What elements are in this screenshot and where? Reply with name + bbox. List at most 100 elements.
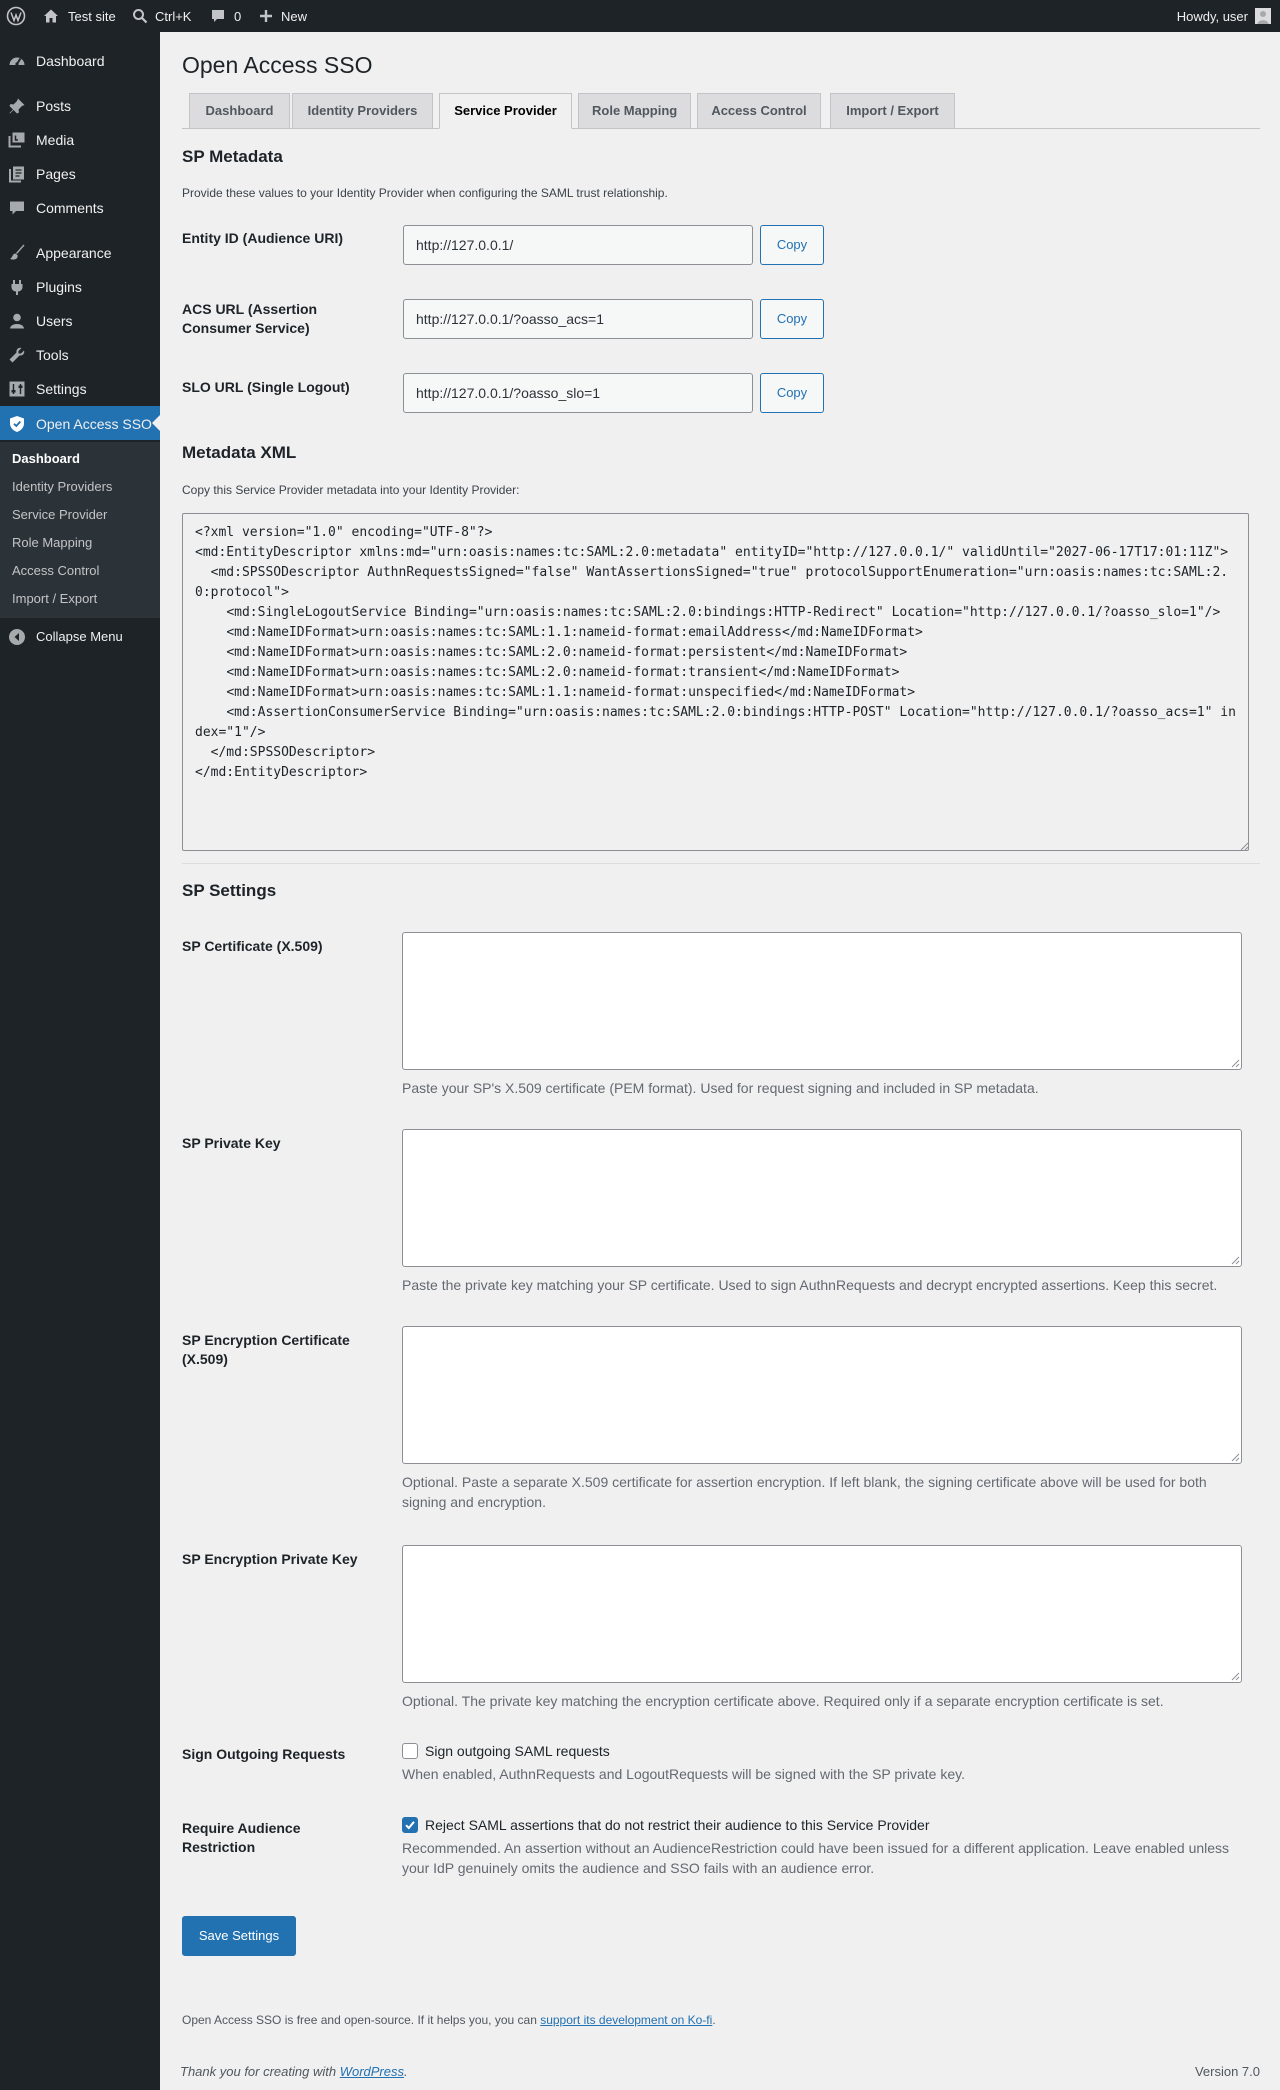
slo-url-label: SLO URL (Single Logout) <box>182 379 350 395</box>
submenu-item-role-mapping[interactable]: Role Mapping <box>12 534 92 552</box>
sp-private-key-textarea[interactable] <box>402 1129 1242 1267</box>
account-menu[interactable]: Howdy, user <box>1177 0 1271 32</box>
resize-handle-icon[interactable] <box>1231 1453 1240 1462</box>
comments-link[interactable]: 0 <box>210 0 241 32</box>
settings-icon <box>8 380 26 398</box>
admin-footer-thanks: Thank you for creating with WordPress. <box>180 2063 408 2081</box>
submenu-item-access-control[interactable]: Access Control <box>12 562 99 580</box>
kofi-link[interactable]: support its development on Ko-fi <box>540 2013 712 2027</box>
pin-icon <box>8 97 26 115</box>
tab-access-control[interactable]: Access Control <box>697 93 821 128</box>
admin-sidebar: Dashboard Posts Media Pages Comments App… <box>0 32 160 2090</box>
resize-handle-icon[interactable] <box>1240 842 1249 851</box>
collapse-icon <box>8 628 26 646</box>
metadata-xml-textarea[interactable]: <?xml version="1.0" encoding="UTF-8"?> <… <box>182 513 1249 851</box>
tab-service-provider[interactable]: Service Provider <box>439 93 572 129</box>
resize-handle-icon[interactable] <box>1231 1256 1240 1265</box>
audience-restriction-label: Require Audience Restriction <box>182 1820 301 1855</box>
plug-icon <box>8 278 26 296</box>
sidebar-item-users[interactable]: Users <box>0 303 160 337</box>
dashboard-icon <box>8 52 26 70</box>
howdy-text: Howdy, user <box>1176 8 1248 24</box>
sidebar-item-label: Open Access SSO <box>36 416 152 432</box>
tab-import-export[interactable]: Import / Export <box>830 93 955 128</box>
submenu-item-service-provider[interactable]: Service Provider <box>12 506 107 524</box>
admin-bar: Test site Ctrl+K 0 New Howdy, user <box>0 0 1280 32</box>
sidebar-item-label: Dashboard <box>36 53 105 69</box>
sp-certificate-description: Paste your SP's X.509 certificate (PEM f… <box>402 1080 1039 1096</box>
sidebar-item-media[interactable]: Media <box>0 122 160 156</box>
tab-bar-divider <box>182 128 1260 129</box>
search-icon <box>132 8 148 24</box>
copy-acs-url-button[interactable]: Copy <box>760 299 824 339</box>
new-label: New <box>281 8 308 24</box>
site-link[interactable]: Test site <box>42 0 116 32</box>
sign-requests-checkbox-label[interactable]: Sign outgoing SAML requests <box>425 1742 610 1760</box>
wordpress-logo-icon[interactable] <box>6 0 26 32</box>
sp-encryption-private-key-textarea[interactable] <box>402 1545 1242 1683</box>
sp-encryption-certificate-label: SP Encryption Certificate (X.509) <box>182 1332 350 1367</box>
sidebar-item-label: Media <box>36 132 75 148</box>
sp-certificate-label: SP Certificate (X.509) <box>182 938 323 954</box>
slo-url-field[interactable]: http://127.0.0.1/?oasso_slo=1 <box>403 373 753 413</box>
sidebar-item-appearance[interactable]: Appearance <box>0 235 160 269</box>
submenu-item-identity-providers[interactable]: Identity Providers <box>12 478 112 496</box>
sp-encryption-certificate-description: Optional. Paste a separate X.509 certifi… <box>402 1474 1207 1510</box>
pages-icon <box>8 165 26 183</box>
collapse-menu-label: Collapse Menu <box>36 629 123 644</box>
sidebar-item-settings[interactable]: Settings <box>0 371 160 405</box>
sp-encryption-certificate-textarea[interactable] <box>402 1326 1242 1464</box>
tab-role-mapping[interactable]: Role Mapping <box>578 93 691 128</box>
sp-certificate-textarea[interactable] <box>402 932 1242 1070</box>
tab-identity-providers[interactable]: Identity Providers <box>292 93 433 128</box>
acs-url-label: ACS URL (Assertion Consumer Service) <box>182 301 318 336</box>
page-title: Open Access SSO <box>182 52 373 78</box>
sidebar-item-plugins[interactable]: Plugins <box>0 269 160 303</box>
entity-id-label: Entity ID (Audience URI) <box>182 230 344 246</box>
resize-handle-icon[interactable] <box>1231 1059 1240 1068</box>
footer-note-end: . <box>712 2013 716 2027</box>
save-settings-button[interactable]: Save Settings <box>182 1916 296 1956</box>
sidebar-item-label: Plugins <box>36 279 82 295</box>
sidebar-item-label: Users <box>36 313 73 329</box>
audience-restriction-checkbox[interactable] <box>402 1817 418 1833</box>
sidebar-item-label: Settings <box>36 381 87 397</box>
sp-encryption-private-key-description: Optional. The private key matching the e… <box>402 1693 1164 1709</box>
collapse-menu-button[interactable]: Collapse Menu <box>0 619 160 653</box>
search-shortcut: Ctrl+K <box>155 8 192 24</box>
checkmark-icon <box>405 1821 415 1830</box>
audience-restriction-description: Recommended. An assertion without an Aud… <box>402 1840 1230 1876</box>
sidebar-item-label: Pages <box>36 166 76 182</box>
sp-metadata-heading: SP Metadata <box>182 147 283 166</box>
sidebar-item-open-access-sso[interactable]: Open Access SSO <box>0 406 160 440</box>
acs-url-field[interactable]: http://127.0.0.1/?oasso_acs=1 <box>403 299 753 339</box>
audience-restriction-checkbox-label[interactable]: Reject SAML assertions that do not restr… <box>425 1816 930 1834</box>
entity-id-field[interactable]: http://127.0.0.1/ <box>403 225 753 265</box>
copy-entity-id-button[interactable]: Copy <box>760 225 824 265</box>
media-icon <box>8 131 26 149</box>
sp-settings-heading: SP Settings <box>182 881 277 900</box>
copy-slo-url-button[interactable]: Copy <box>760 373 824 413</box>
tab-dashboard[interactable]: Dashboard <box>189 93 290 128</box>
sp-private-key-label: SP Private Key <box>182 1135 281 1151</box>
section-divider <box>182 863 1260 864</box>
comment-icon <box>210 8 226 24</box>
command-palette-button[interactable]: Ctrl+K <box>132 0 191 32</box>
sign-requests-label: Sign Outgoing Requests <box>182 1746 346 1762</box>
user-icon <box>8 312 26 330</box>
home-icon <box>42 7 60 25</box>
new-content-link[interactable]: New <box>258 0 307 32</box>
sidebar-item-dashboard[interactable]: Dashboard <box>0 43 160 77</box>
resize-handle-icon[interactable] <box>1231 1672 1240 1681</box>
thanks-text: Thank you for creating with <box>180 2064 340 2079</box>
plus-icon <box>258 8 274 24</box>
submenu-item-dashboard[interactable]: Dashboard <box>12 450 80 468</box>
comments-count: 0 <box>234 8 242 24</box>
sidebar-item-pages[interactable]: Pages <box>0 156 160 190</box>
sidebar-item-posts[interactable]: Posts <box>0 88 160 122</box>
sidebar-item-tools[interactable]: Tools <box>0 337 160 371</box>
sidebar-item-comments[interactable]: Comments <box>0 190 160 224</box>
wordpress-link[interactable]: WordPress <box>340 2064 404 2079</box>
submenu-item-import-export[interactable]: Import / Export <box>12 590 97 608</box>
sign-requests-checkbox[interactable] <box>402 1743 418 1759</box>
